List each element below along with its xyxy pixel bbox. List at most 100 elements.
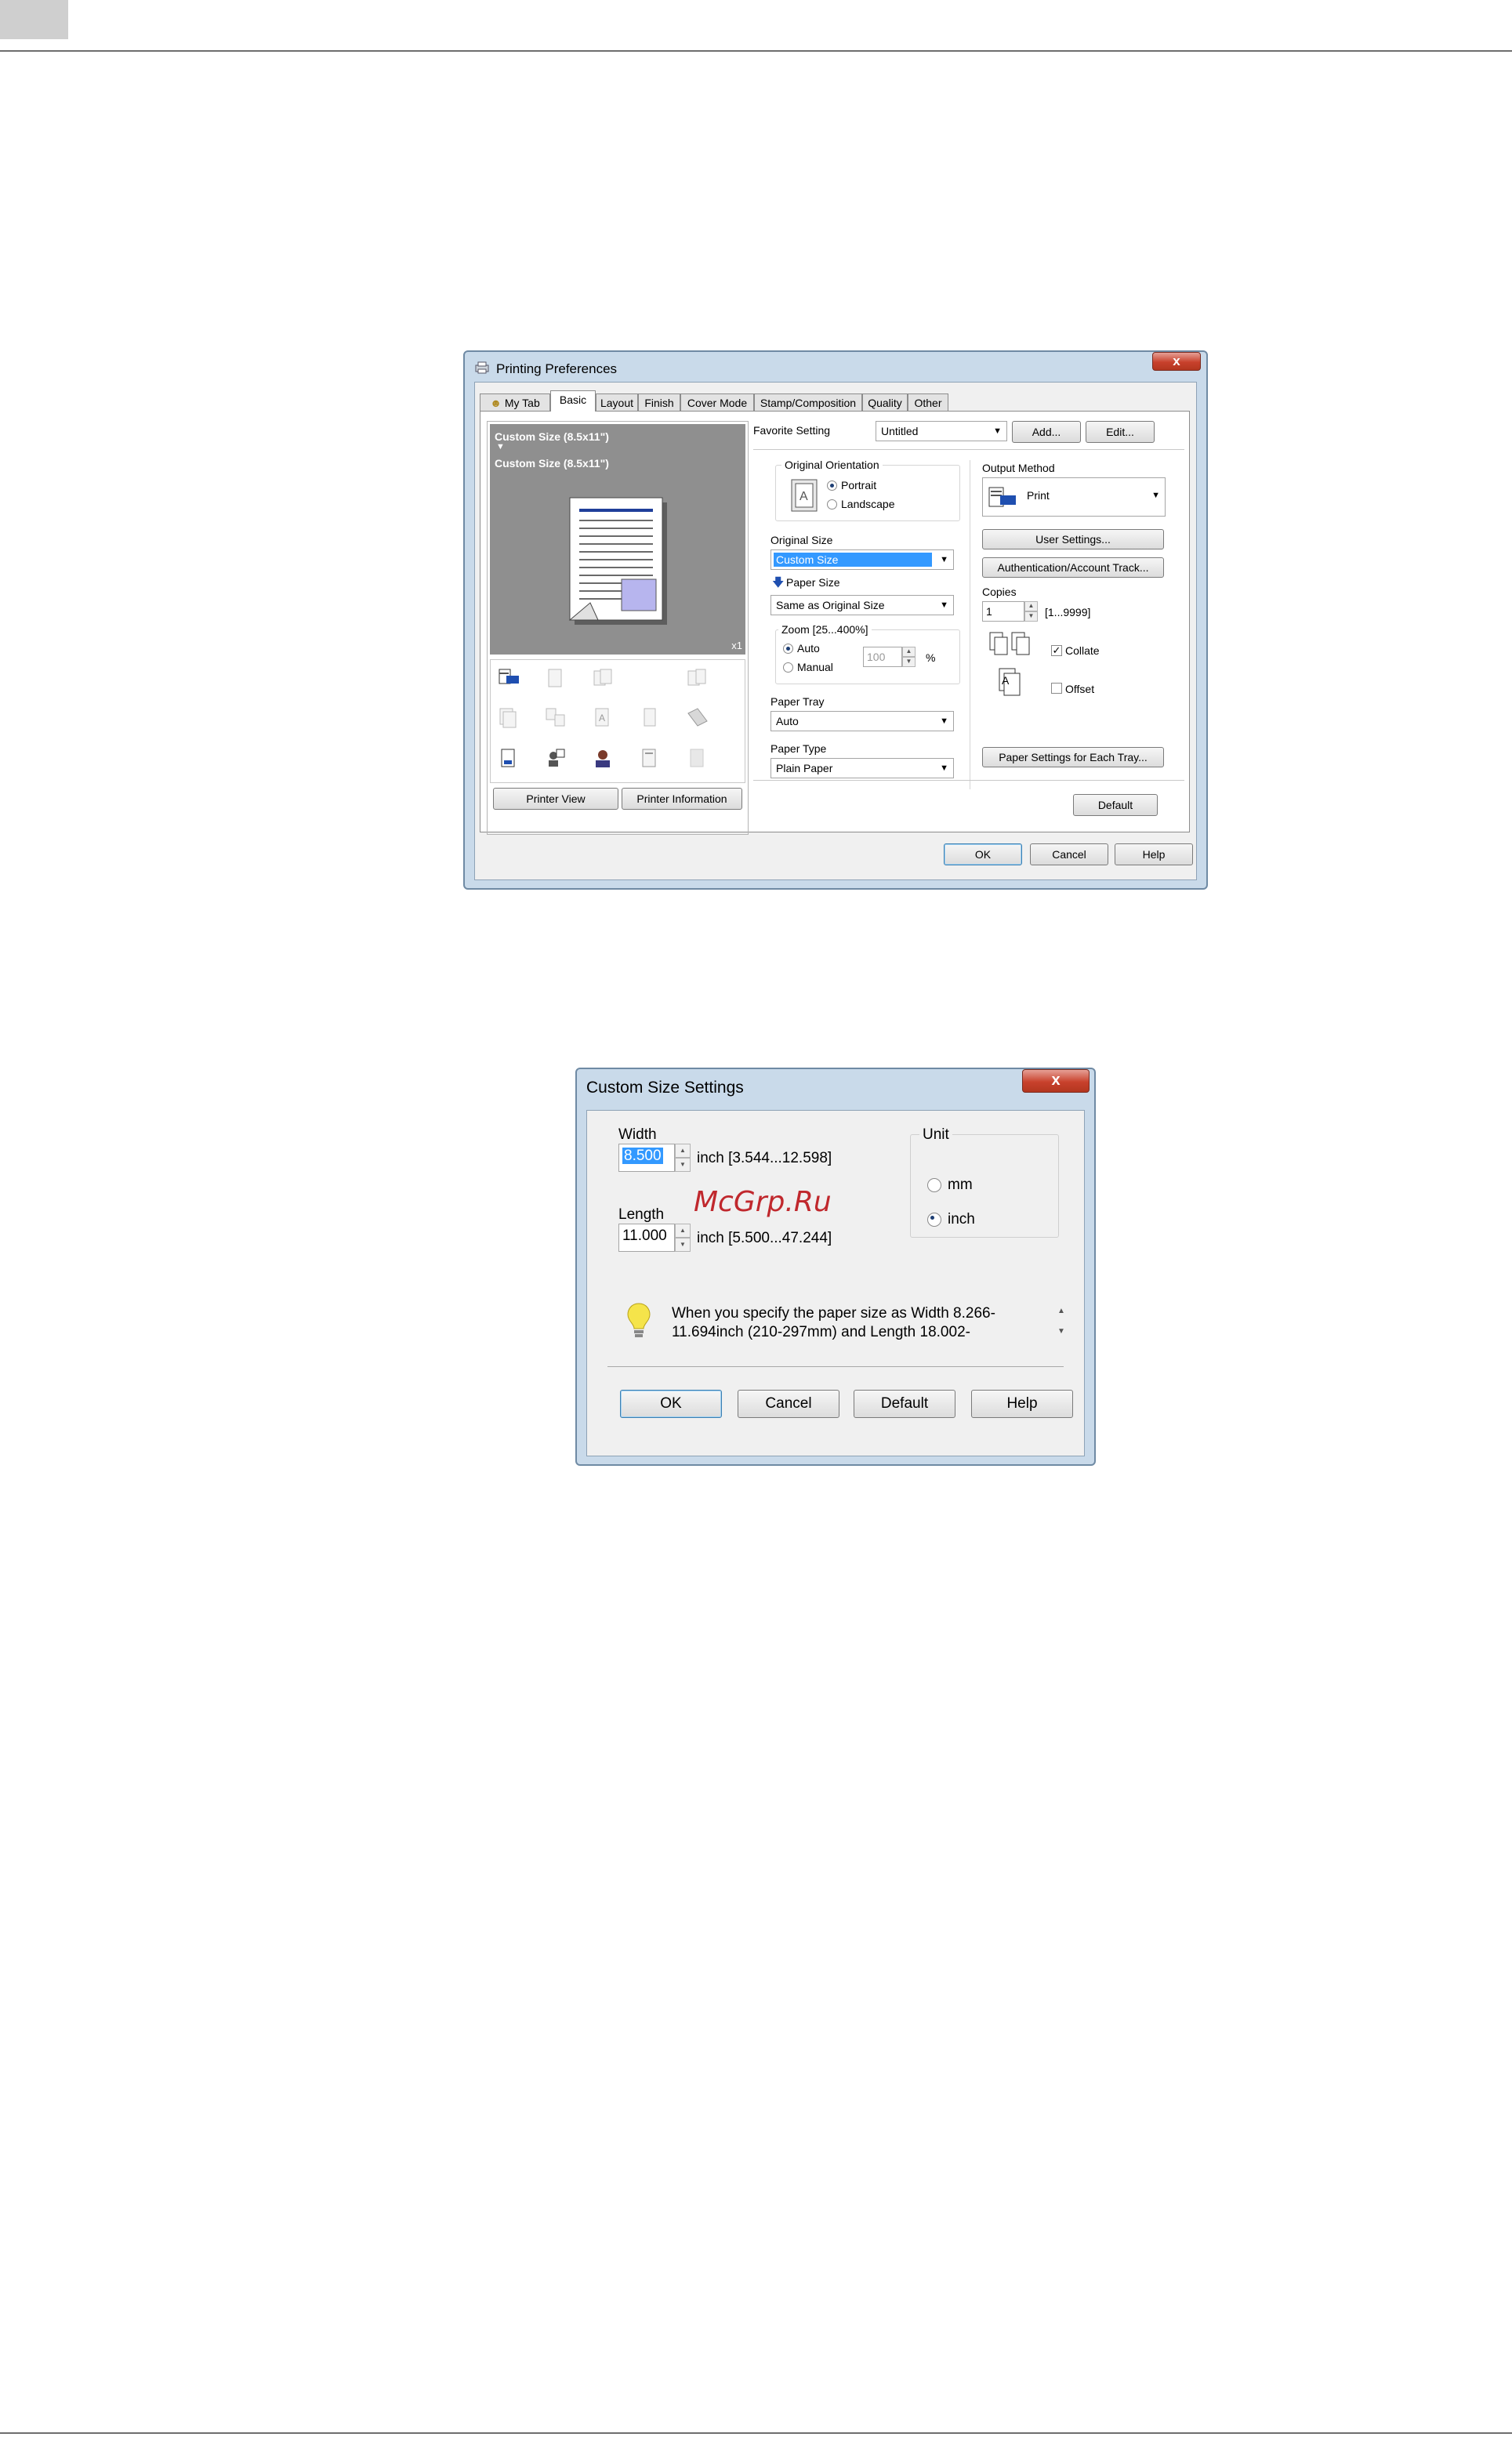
secure-print-icon[interactable]	[591, 746, 615, 770]
preview-size-label-1: Custom Size (8.5x11")	[495, 430, 609, 443]
page-preview-icon	[568, 497, 667, 625]
favorite-setting-select[interactable]: Untitled ▼	[876, 421, 1007, 441]
duplex-icon[interactable]	[591, 666, 615, 690]
separator	[753, 449, 1184, 450]
copies-up-button[interactable]: ▲	[1024, 601, 1038, 611]
stack-icon[interactable]	[685, 705, 709, 729]
tab-other[interactable]: Other	[908, 393, 948, 411]
fold-icon[interactable]	[638, 705, 662, 729]
dropdown-arrow-icon: ▼	[940, 716, 948, 726]
authentication-account-track-button[interactable]: Authentication/Account Track...	[982, 557, 1164, 578]
width-input[interactable]: 8.500	[618, 1144, 675, 1172]
zoom-unit-label: %	[926, 651, 936, 664]
footer-rule	[0, 2432, 1512, 2434]
tab-layout[interactable]: Layout	[596, 393, 638, 411]
unit-inch-label: inch	[948, 1211, 975, 1228]
copies-label: Copies	[982, 586, 1017, 598]
zoom-auto-radio[interactable]	[783, 644, 793, 654]
help-button[interactable]: Help	[1115, 843, 1193, 865]
tab-cover-mode[interactable]: Cover Mode	[680, 393, 754, 411]
add-favorite-button[interactable]: Add...	[1012, 421, 1081, 443]
dialog-client-area: Width 8.500 ▲ ▼ inch [3.544...12.598] Le…	[586, 1110, 1085, 1456]
cancel-button[interactable]: Cancel	[738, 1390, 839, 1418]
length-down-button[interactable]: ▼	[675, 1238, 691, 1252]
printer-view-button[interactable]: Printer View	[493, 788, 618, 810]
default-button[interactable]: Default	[1073, 794, 1158, 816]
collate-checkbox[interactable]: ✓	[1051, 645, 1062, 656]
output-method-select[interactable]: Print ▼	[982, 477, 1166, 517]
zoom-manual-radio[interactable]	[783, 662, 793, 673]
paper-type-select[interactable]: Plain Paper ▼	[771, 758, 954, 778]
printer-icon	[475, 361, 489, 374]
combination-icon[interactable]	[497, 705, 520, 729]
paper-settings-each-tray-button[interactable]: Paper Settings for Each Tray...	[982, 747, 1164, 767]
close-button[interactable]: x	[1022, 1069, 1090, 1093]
offset-checkbox[interactable]	[1051, 683, 1062, 694]
zoom-up-button[interactable]: ▲	[902, 647, 916, 657]
collate-icon	[989, 632, 1030, 655]
user-settings-button[interactable]: User Settings...	[982, 529, 1164, 549]
paper-tray-select[interactable]: Auto ▼	[771, 711, 954, 731]
landscape-label: Landscape	[841, 498, 895, 510]
zoom-value-input[interactable]: 100	[863, 647, 902, 667]
length-input[interactable]: 11.000	[618, 1224, 675, 1252]
original-size-label: Original Size	[771, 534, 833, 546]
width-label: Width	[618, 1126, 657, 1143]
staple-icon[interactable]	[544, 705, 567, 729]
ok-button[interactable]: OK	[944, 843, 1022, 865]
original-size-select[interactable]: Custom Size ▼	[771, 549, 954, 570]
punch-icon[interactable]: A	[591, 705, 615, 729]
svg-text:A: A	[599, 713, 605, 723]
ok-button[interactable]: OK	[620, 1390, 722, 1418]
printer-information-button[interactable]: Printer Information	[622, 788, 742, 810]
hint-line-1: When you specify the paper size as Width…	[672, 1305, 995, 1322]
length-up-button[interactable]: ▲	[675, 1224, 691, 1238]
booklet-icon[interactable]	[685, 666, 709, 690]
cancel-button[interactable]: Cancel	[1030, 843, 1108, 865]
basic-tab-panel: Custom Size (8.5x11") ▼ Custom Size (8.5…	[480, 411, 1190, 835]
unit-inch-radio[interactable]	[927, 1213, 941, 1227]
scroll-up-icon[interactable]: ▲	[1057, 1307, 1065, 1315]
svg-text:A: A	[1002, 674, 1010, 687]
zoom-manual-label: Manual	[797, 661, 833, 673]
paper-size-label: Paper Size	[786, 576, 840, 589]
default-button[interactable]: Default	[854, 1390, 955, 1418]
orientation-icon[interactable]	[544, 666, 567, 690]
width-down-button[interactable]: ▼	[675, 1158, 691, 1172]
close-button[interactable]: x	[1152, 352, 1201, 371]
width-up-button[interactable]: ▲	[675, 1144, 691, 1158]
window-client-area: ☻ My Tab Basic Layout Finish Cover Mode …	[474, 382, 1197, 880]
zoom-auto-label: Auto	[797, 642, 820, 655]
box-save-icon[interactable]	[638, 746, 662, 770]
edit-favorite-button[interactable]: Edit...	[1086, 421, 1155, 443]
user-auth-icon[interactable]	[544, 746, 567, 770]
tab-stamp-composition[interactable]: Stamp/Composition	[754, 393, 862, 411]
favorite-setting-label: Favorite Setting	[753, 424, 831, 437]
svg-text:A: A	[800, 490, 808, 503]
dropdown-arrow-icon: ▼	[940, 555, 948, 564]
account-track-icon[interactable]	[497, 746, 520, 770]
portrait-orientation-icon: A	[791, 479, 818, 512]
preview-size-label-2: Custom Size (8.5x11")	[495, 457, 609, 470]
paper-size-select[interactable]: Same as Original Size ▼	[771, 595, 954, 615]
preview-image-area: Custom Size (8.5x11") ▼ Custom Size (8.5…	[490, 424, 745, 655]
tab-finish[interactable]: Finish	[638, 393, 680, 411]
zoom-down-button[interactable]: ▼	[902, 657, 916, 667]
unit-mm-radio[interactable]	[927, 1178, 941, 1192]
lightbulb-icon	[627, 1303, 651, 1337]
tab-quality[interactable]: Quality	[862, 393, 908, 411]
landscape-radio[interactable]	[827, 499, 837, 510]
portrait-radio[interactable]	[827, 481, 837, 491]
tab-my-tab[interactable]: ☻ My Tab	[480, 393, 550, 411]
help-button[interactable]: Help	[971, 1390, 1073, 1418]
output-print-icon[interactable]	[497, 666, 520, 690]
header-corner-block	[0, 0, 68, 39]
tab-basic[interactable]: Basic	[550, 390, 596, 412]
zoom-label: Zoom [25...400%]	[778, 623, 872, 636]
copies-input[interactable]: 1	[982, 601, 1024, 622]
custom-size-settings-dialog: Custom Size Settings x Width 8.500 ▲ ▼ i…	[575, 1068, 1096, 1466]
copies-down-button[interactable]: ▼	[1024, 611, 1038, 622]
scroll-down-icon[interactable]: ▼	[1057, 1327, 1065, 1336]
separator	[607, 1366, 1064, 1367]
proof-print-icon[interactable]	[685, 746, 709, 770]
